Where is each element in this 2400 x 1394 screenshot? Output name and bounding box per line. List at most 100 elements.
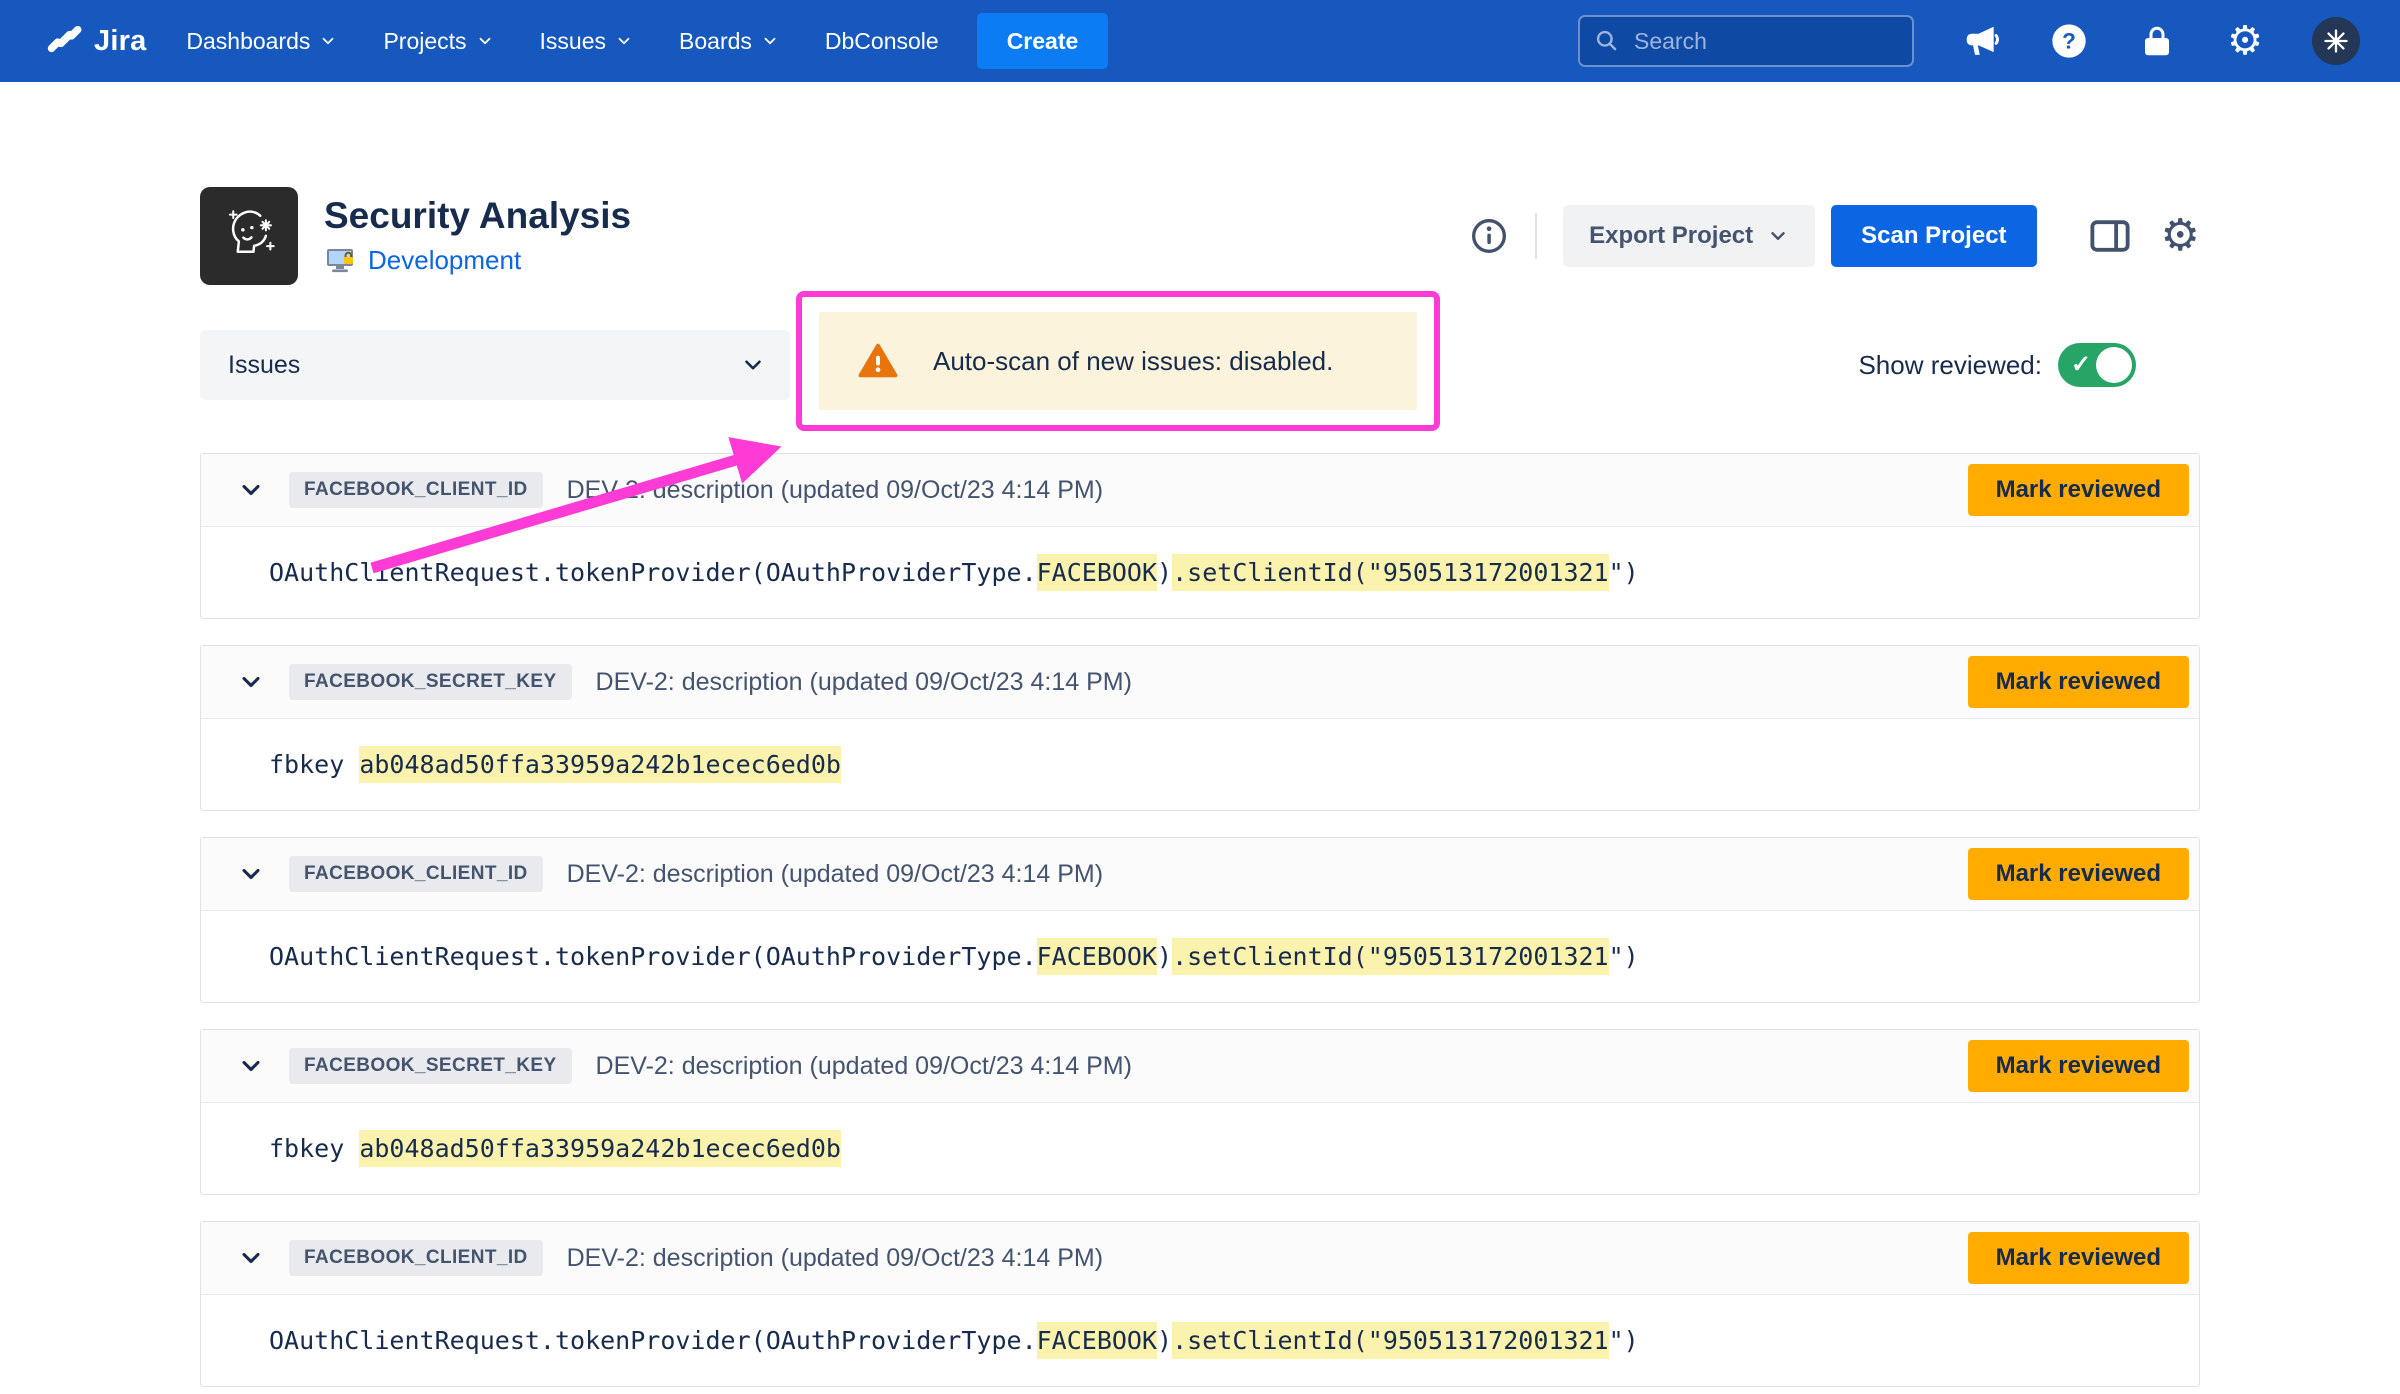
project-link-row: Development (324, 244, 631, 276)
mark-reviewed-button[interactable]: Mark reviewed (1968, 464, 2189, 516)
export-project-button[interactable]: Export Project (1563, 205, 1815, 267)
issue-type-badge: FACEBOOK_CLIENT_ID (289, 472, 543, 508)
annotation-highlight-box: Auto-scan of new issues: disabled. (796, 291, 1440, 431)
issue-header[interactable]: FACEBOOK_CLIENT_ID DEV-2: description (u… (201, 1222, 2199, 1295)
code-highlight: ab048ad50ffa33959a242b1ecec6ed0b (359, 1130, 841, 1167)
help-icon[interactable]: ? (2048, 20, 2090, 62)
search-icon (1594, 28, 1620, 54)
code-highlight: FACEBOOK (1037, 1322, 1157, 1359)
navbar-right: ? ⚙ (1578, 15, 2360, 67)
chevron-down-icon (319, 32, 337, 50)
code-text: fbkey (269, 1134, 359, 1163)
auto-scan-warning-banner: Auto-scan of new issues: disabled. (819, 312, 1417, 410)
code-text: ) (1157, 1326, 1172, 1355)
project-link[interactable]: Development (368, 245, 521, 276)
chevron-down-icon[interactable] (237, 860, 265, 888)
secure-computer-icon (324, 244, 356, 276)
svg-text:?: ? (2062, 29, 2076, 54)
mark-reviewed-button[interactable]: Mark reviewed (1968, 1232, 2189, 1284)
issue-title: DEV-2: description (updated 09/Oct/23 4:… (567, 1244, 1103, 1273)
nav-issues[interactable]: Issues (540, 28, 633, 55)
jira-logo[interactable]: Jira (44, 19, 146, 64)
chevron-down-icon[interactable] (237, 476, 265, 504)
issue-header[interactable]: FACEBOOK_SECRET_KEY DEV-2: description (… (201, 1030, 2199, 1103)
nav-projects[interactable]: Projects (383, 28, 493, 55)
issue-title: DEV-2: description (updated 09/Oct/23 4:… (567, 476, 1103, 505)
info-icon[interactable] (1469, 216, 1509, 256)
navbar-search[interactable] (1578, 15, 1914, 67)
code-text: ") (1609, 558, 1639, 587)
chevron-down-icon (615, 32, 633, 50)
issue-card: FACEBOOK_CLIENT_ID DEV-2: description (u… (200, 837, 2200, 1003)
show-reviewed-label: Show reviewed: (1858, 350, 2042, 381)
warning-icon (857, 340, 899, 382)
code-highlight: .setClientId("950513172001321 (1172, 938, 1609, 975)
chevron-down-icon (1767, 225, 1789, 247)
search-input[interactable] (1632, 27, 1898, 56)
code-highlight: ab048ad50ffa33959a242b1ecec6ed0b (359, 746, 841, 783)
nav-dbconsole[interactable]: DbConsole (825, 28, 939, 55)
toggle-knob (2096, 347, 2132, 383)
check-icon: ✓ (2071, 350, 2091, 379)
chevron-down-icon (761, 32, 779, 50)
show-reviewed-control: Show reviewed: ✓ (1858, 343, 2136, 387)
issue-header[interactable]: FACEBOOK_CLIENT_ID DEV-2: description (u… (201, 454, 2199, 527)
code-snippet: fbkey ab048ad50ffa33959a242b1ecec6ed0b (269, 1134, 841, 1163)
mark-reviewed-button[interactable]: Mark reviewed (1968, 656, 2189, 708)
announcements-icon[interactable] (1960, 20, 2002, 62)
code-text: ") (1609, 1326, 1639, 1355)
jira-logo-icon (44, 19, 84, 64)
issue-list: FACEBOOK_CLIENT_ID DEV-2: description (u… (200, 453, 2200, 1387)
issue-type-badge: FACEBOOK_CLIENT_ID (289, 856, 543, 892)
dropdown-value: Issues (228, 351, 300, 380)
chevron-down-icon[interactable] (237, 1244, 265, 1272)
code-text: ") (1609, 942, 1639, 971)
issue-card: FACEBOOK_CLIENT_ID DEV-2: description (u… (200, 1221, 2200, 1387)
chevron-down-icon (740, 352, 766, 378)
code-snippet: OAuthClientRequest.tokenProvider(OAuthPr… (269, 558, 1639, 587)
issue-title: DEV-2: description (updated 09/Oct/23 4:… (596, 1052, 1132, 1081)
create-button[interactable]: Create (977, 13, 1109, 69)
issue-title: DEV-2: description (updated 09/Oct/23 4:… (567, 860, 1103, 889)
scan-project-button[interactable]: Scan Project (1831, 205, 2036, 267)
issue-body: fbkey ab048ad50ffa33959a242b1ecec6ed0b (201, 719, 2199, 810)
chevron-down-icon[interactable] (237, 668, 265, 696)
code-text: OAuthClientRequest.tokenProvider(OAuthPr… (269, 1326, 1037, 1355)
code-highlight: .setClientId("950513172001321 (1172, 1322, 1609, 1359)
code-snippet: fbkey ab048ad50ffa33959a242b1ecec6ed0b (269, 750, 841, 779)
mark-reviewed-button[interactable]: Mark reviewed (1968, 1040, 2189, 1092)
project-titles: Security Analysis Development (324, 196, 631, 277)
page-title: Security Analysis (324, 196, 631, 237)
warning-text: Auto-scan of new issues: disabled. (933, 346, 1333, 377)
lock-icon[interactable] (2136, 20, 2178, 62)
nav-boards[interactable]: Boards (679, 28, 779, 55)
issue-card: FACEBOOK_CLIENT_ID DEV-2: description (u… (200, 453, 2200, 619)
gear-icon[interactable]: ⚙ (2224, 20, 2266, 62)
code-highlight: FACEBOOK (1037, 554, 1157, 591)
side-panel-icon[interactable] (2087, 213, 2133, 259)
frozen-mind-icon (213, 200, 285, 272)
code-text: OAuthClientRequest.tokenProvider(OAuthPr… (269, 558, 1037, 587)
settings-gear-icon[interactable]: ⚙ (2161, 214, 2200, 258)
code-text: fbkey (269, 750, 359, 779)
issue-body: OAuthClientRequest.tokenProvider(OAuthPr… (201, 1295, 2199, 1386)
show-reviewed-toggle[interactable]: ✓ (2058, 343, 2136, 387)
header-actions: Export Project Scan Project ⚙ (1469, 205, 2200, 267)
app-avatar[interactable] (2312, 17, 2360, 65)
divider (1535, 213, 1537, 259)
issue-header[interactable]: FACEBOOK_SECRET_KEY DEV-2: description (… (201, 646, 2199, 719)
code-highlight: .setClientId("950513172001321 (1172, 554, 1609, 591)
snowflake-icon (2322, 27, 2350, 55)
code-snippet: OAuthClientRequest.tokenProvider(OAuthPr… (269, 942, 1639, 971)
mark-reviewed-button[interactable]: Mark reviewed (1968, 848, 2189, 900)
top-navbar: Jira Dashboards Projects Issues Boards D… (0, 0, 2400, 82)
chevron-down-icon[interactable] (237, 1052, 265, 1080)
issue-title: DEV-2: description (updated 09/Oct/23 4:… (596, 668, 1132, 697)
jira-logo-text: Jira (94, 25, 146, 58)
issue-body: OAuthClientRequest.tokenProvider(OAuthPr… (201, 911, 2199, 1002)
issues-filter-dropdown[interactable]: Issues (200, 330, 790, 400)
code-snippet: OAuthClientRequest.tokenProvider(OAuthPr… (269, 1326, 1639, 1355)
issue-header[interactable]: FACEBOOK_CLIENT_ID DEV-2: description (u… (201, 838, 2199, 911)
code-text: ) (1157, 942, 1172, 971)
nav-dashboards[interactable]: Dashboards (186, 28, 337, 55)
